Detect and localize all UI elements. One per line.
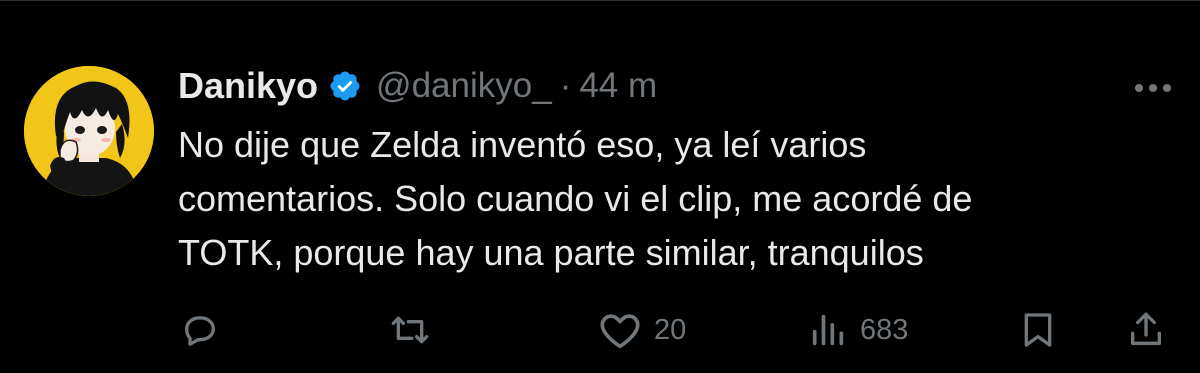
tweet-text-line: No dije que Zelda inventó eso, ya leí va… [178, 124, 867, 165]
more-dots-icon [1135, 84, 1171, 92]
retweet-button[interactable] [388, 305, 444, 355]
bookmark-button[interactable] [1020, 305, 1056, 355]
tweet-text: No dije que Zelda inventó eso, ya leí va… [178, 118, 1178, 280]
action-bar: 20 683 [0, 305, 1200, 355]
heart-icon [600, 314, 640, 349]
like-button[interactable]: 20 [598, 305, 686, 355]
tweet-header: Danikyo @danikyo_ · 44 m [178, 62, 657, 110]
avatar[interactable] [24, 66, 154, 196]
tweet-timestamp[interactable]: 44 m [579, 66, 657, 106]
retweet-icon [391, 316, 429, 344]
display-name[interactable]: Danikyo [178, 65, 318, 107]
anime-avatar-icon [24, 66, 154, 196]
more-options-button[interactable] [1130, 68, 1176, 108]
share-button[interactable] [1126, 305, 1166, 355]
reply-icon [185, 316, 215, 346]
top-divider [0, 0, 1200, 1]
views-count: 683 [860, 313, 909, 346]
share-icon [1131, 312, 1161, 345]
like-count: 20 [654, 313, 687, 346]
reply-button[interactable] [180, 305, 232, 355]
views-icon [812, 314, 844, 346]
bookmark-icon [1024, 313, 1052, 347]
verified-badge-icon [328, 69, 362, 103]
user-handle[interactable]: @danikyo_ [376, 66, 552, 106]
tweet-text-line: comentarios. Solo cuando vi el clip, me … [178, 178, 973, 219]
tweet-text-line: TOTK, porque hay una parte similar, tran… [178, 232, 924, 273]
views-button[interactable]: 683 [808, 305, 908, 355]
separator-dot: · [559, 66, 572, 105]
